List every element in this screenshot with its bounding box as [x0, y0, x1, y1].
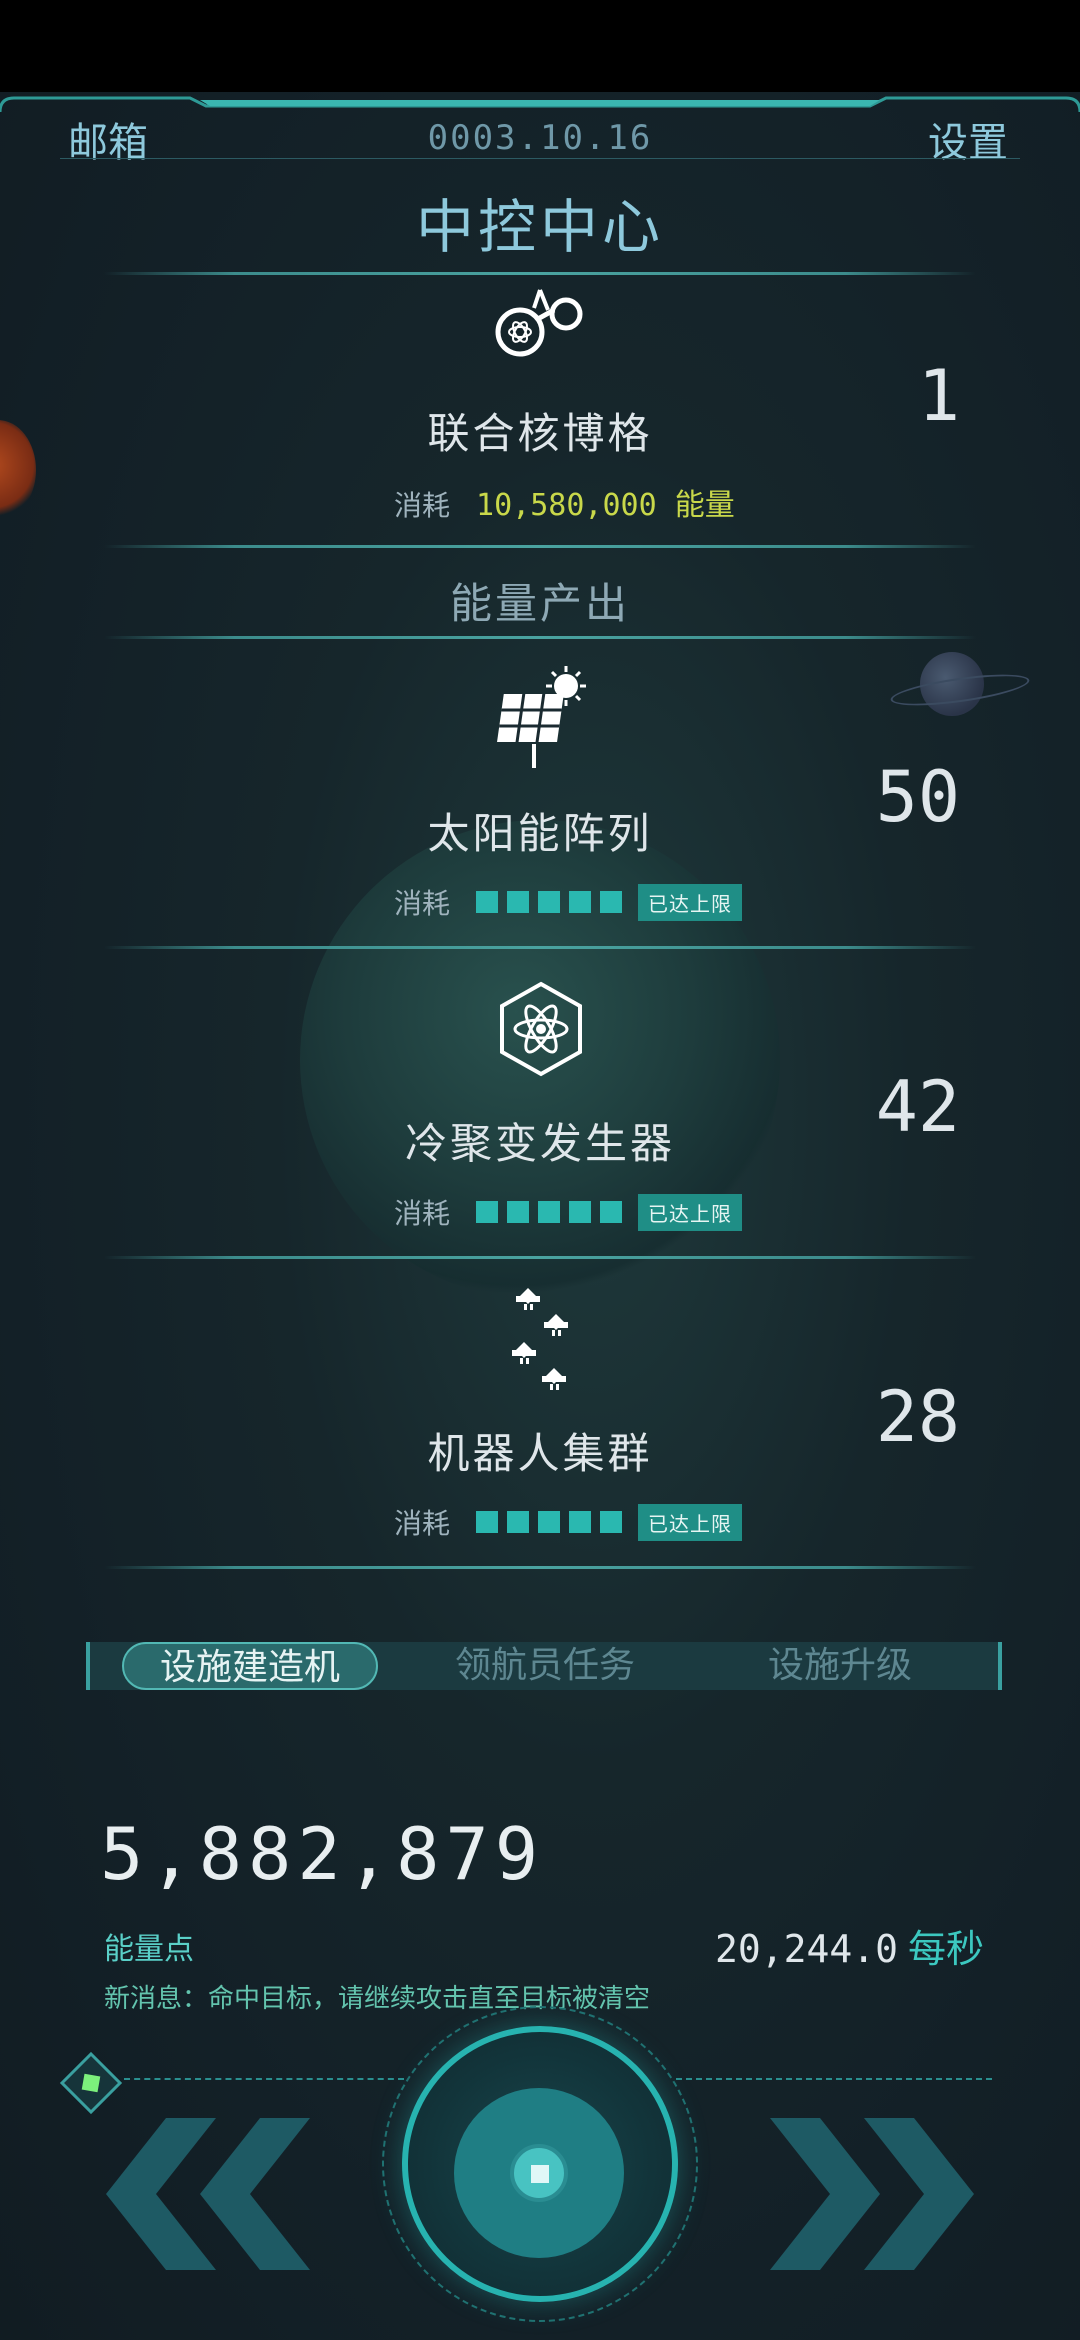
consume-label: 消耗 [394, 887, 451, 920]
facility-count-solar: 50 [875, 756, 960, 838]
facility-divider [104, 1566, 976, 1569]
level-pips [476, 1511, 623, 1533]
molecule-icon [495, 289, 583, 357]
tab-facility-upgrade[interactable]: 设施升级 [740, 1642, 940, 1690]
consume-label: 消耗 [394, 1197, 451, 1230]
settings-button[interactable]: 设置 [928, 110, 1008, 168]
max-level-badge: 已达上限 [638, 883, 743, 921]
solar-panel-icon [497, 666, 586, 768]
tab-facility-builder[interactable]: 设施建造机 [122, 1642, 378, 1690]
facility-divider [104, 946, 976, 949]
chevron-left-icon[interactable] [100, 2112, 320, 2276]
main-facility-count: 1 [917, 355, 960, 437]
section-title: 能量产出 [449, 579, 630, 628]
main-facility-consume: 消耗 10,580,000 能量 [394, 480, 735, 524]
page-title: 中控中心 [415, 193, 664, 261]
consume-value: 10,580,000 能量 [476, 488, 735, 523]
consume-label: 消耗 [394, 1507, 451, 1540]
energy-points-value: 5,882,879 [100, 1812, 545, 1896]
title-divider [104, 272, 976, 275]
facility-count-fusion: 42 [875, 1066, 960, 1148]
energy-points-label: 能量点 [104, 1932, 194, 1967]
facility-count-robots: 28 [875, 1376, 960, 1458]
section-divider [104, 636, 976, 639]
max-level-badge: 已达上限 [638, 1193, 743, 1231]
top-frame-decoration [0, 96, 1080, 113]
game-date: 0003.10.16 [427, 118, 653, 158]
header-divider [60, 158, 1020, 159]
facility-consume-fusion: 消耗 已达上限 [394, 1192, 743, 1232]
facility-consume-robots: 消耗 已达上限 [394, 1502, 743, 1542]
energy-rate: 20,244.0 每秒 [715, 1918, 984, 1973]
consume-label: 消耗 [394, 489, 451, 522]
facility-divider [104, 1256, 976, 1259]
dash-line-right [676, 2078, 992, 2080]
level-pips [476, 1201, 623, 1223]
facility-consume-solar: 消耗 已达上限 [394, 882, 743, 922]
diamond-indicator-icon [59, 2051, 123, 2115]
main-divider [104, 545, 976, 548]
robot-swarm-icon [512, 1288, 568, 1390]
chevron-right-icon[interactable] [760, 2112, 980, 2276]
tab-navigator-missions[interactable]: 领航员任务 [430, 1642, 660, 1690]
energy-rate-value: 20,244.0 [714, 1927, 898, 1971]
level-pips [476, 891, 623, 913]
atom-hexagon-icon [500, 981, 582, 1077]
dash-line-left [124, 2078, 404, 2080]
energy-rate-unit: 每秒 [907, 1927, 984, 1971]
max-level-badge: 已达上限 [638, 1503, 743, 1541]
tab-bar: 设施建造机 领航员任务 设施升级 [86, 1642, 1002, 1690]
main-button-core [531, 2165, 549, 2183]
